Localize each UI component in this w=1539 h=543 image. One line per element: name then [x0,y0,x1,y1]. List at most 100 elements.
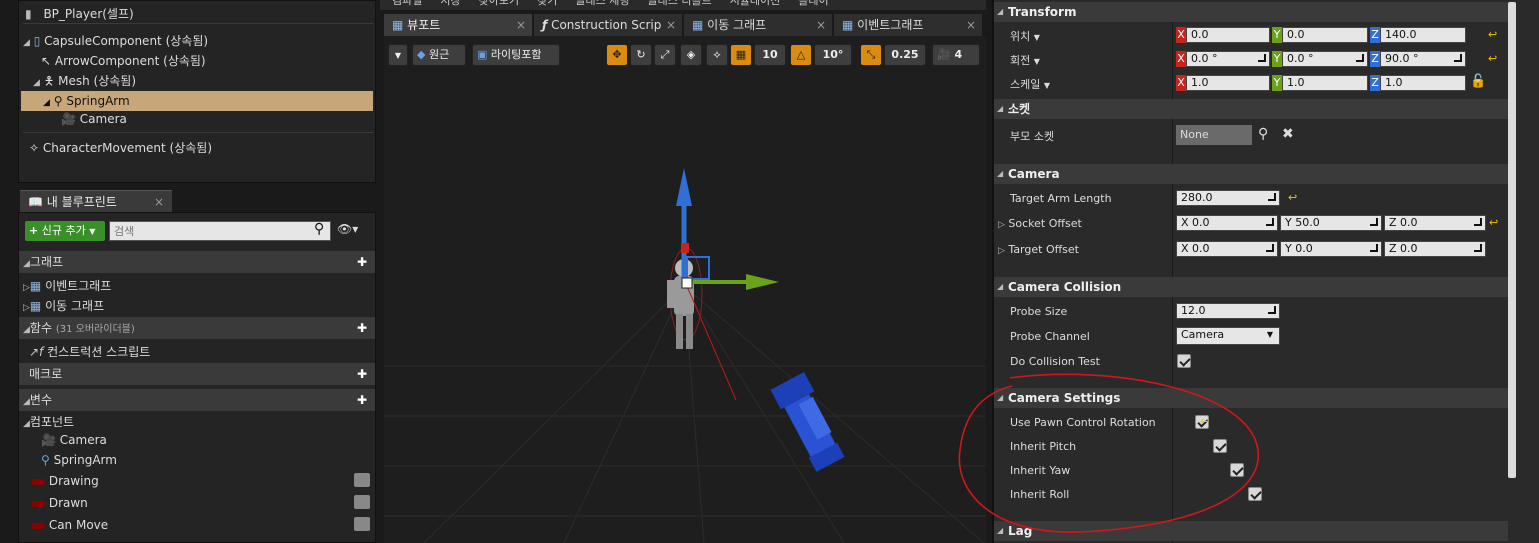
tab-move-graph[interactable]: ▦ 이동 그래프 × [684,14,832,36]
probe-channel-select[interactable]: Camera ▼ [1176,327,1280,345]
location-y-field[interactable]: 0.0 [1282,27,1368,43]
camera-section[interactable]: Camera [994,164,1508,184]
toolbar-item[interactable]: 찾기 [537,0,557,8]
reset-location-icon[interactable]: ↩ [1488,28,1497,41]
search-icon[interactable]: ⚲ [1258,126,1268,142]
add-graph-icon[interactable]: ✚ [357,251,367,273]
tree-item-camera[interactable]: 🎥 Camera [61,112,127,126]
toolbar-item[interactable]: 플레이 [798,0,828,8]
rotation-x-field[interactable]: 0.0 ° [1186,51,1270,67]
surface-snap-button[interactable]: ⟡ [706,44,728,66]
scale-y-field[interactable]: 1.0 [1282,75,1368,91]
location-x-field[interactable]: 0.0 [1186,27,1270,43]
toolbar-item[interactable]: 클래스 디폴트 [647,0,711,8]
eye-closed-icon[interactable] [354,473,370,487]
toolbar-item[interactable]: 클래스 세팅 [575,0,629,8]
lighting-button[interactable]: ▣ 라이팅포함 [472,44,560,66]
blueprint-search-input[interactable] [109,221,331,241]
toolbar-item[interactable]: 시뮬레이션 [730,0,781,8]
scale-label[interactable]: 스케일 ▼ [1010,76,1050,92]
parent-socket-field[interactable]: None [1176,125,1252,145]
add-function-icon[interactable]: ✚ [357,317,367,339]
reset-socket-offset-icon[interactable]: ↩ [1489,216,1498,229]
variable-item[interactable]: ⚲ SpringArm [41,453,117,467]
viewport[interactable]: ▼ ◆ 원근 ▣ 라이팅포함 ✥ ↻ ⤢ ◈ ⟡ ▦ 10 △ 10° ⤡ 0.… [384,36,986,543]
variable-item[interactable]: Drawn [31,496,88,510]
do-collision-test-checkbox[interactable] [1177,354,1191,368]
probe-size-field[interactable]: 12.0 [1176,303,1280,319]
camera-speed-button[interactable]: 🎥 4 [932,44,980,66]
tree-root[interactable]: ▮ BP_Player(셀프) [25,5,134,22]
macros-section[interactable]: 매크로 ✚ [19,363,375,385]
eye-closed-icon[interactable] [354,517,370,531]
tree-item-mesh[interactable]: ◢ 🯅 Mesh (상속됨) [33,72,136,93]
transform-section[interactable]: Transform [994,2,1508,22]
reset-rotation-icon[interactable]: ↩ [1488,52,1497,65]
rotation-snap-button[interactable]: △ [790,44,812,66]
construction-script-item[interactable]: ↗f 컨스트럭션 스크립트 [29,343,150,360]
add-macro-icon[interactable]: ✚ [357,363,367,385]
socket-offset-x-field[interactable]: X 0.0 [1176,215,1278,231]
tab-event-graph[interactable]: ▦ 이벤트그래프 × [834,14,982,36]
tab-viewport[interactable]: ▦ 뷰포트 × [384,14,532,36]
variable-item[interactable]: Can Move [31,518,108,532]
location-z-field[interactable]: 140.0 [1380,27,1466,43]
scale-z-field[interactable]: 1.0 [1380,75,1466,91]
graph-item[interactable]: ▷▦ 이동 그래프 [23,297,104,314]
world-local-button[interactable]: ◈ [680,44,702,66]
search-icon[interactable]: ⚲ [314,221,324,237]
toolbar-item[interactable]: 저장 [440,0,460,8]
variable-item[interactable]: Drawing [31,474,99,488]
tree-item-arrow[interactable]: ↖ ArrowComponent (상속됨) [41,52,206,69]
close-tab-icon[interactable]: × [816,14,826,36]
reset-arm-length-icon[interactable]: ↩ [1288,191,1297,204]
rotation-label[interactable]: 회전 ▼ [1010,52,1040,68]
close-tab-icon[interactable]: × [516,14,526,36]
details-scrollbar[interactable] [1508,2,1516,478]
camera-collision-section[interactable]: Camera Collision [994,277,1508,297]
target-offset-label[interactable]: ▷ Target Offset [998,243,1079,256]
tab-construction-script[interactable]: ƒ Construction Scrip × [534,14,682,36]
rotation-snap-value[interactable]: 10° [814,44,852,66]
toolbar-item[interactable]: 찾아보기 [479,0,519,8]
scale-x-field[interactable]: 1.0 [1186,75,1270,91]
close-tab-icon[interactable]: × [666,14,676,36]
close-tab-icon[interactable]: × [154,191,164,213]
scale-snap-button[interactable]: ⤡ [860,44,882,66]
functions-section[interactable]: ◢함수 (31 오버라이더블) ✚ [19,317,375,339]
tree-item-springarm[interactable]: ◢ ⚲ SpringArm [21,91,373,111]
my-blueprint-tab[interactable]: 📖 내 블루프린트 × [20,190,172,212]
clear-icon[interactable]: ✖ [1282,126,1294,142]
location-label[interactable]: 위치 ▼ [1010,28,1040,44]
perspective-button[interactable]: ◆ 원근 [412,44,466,66]
target-offset-z-field[interactable]: Z 0.0 [1384,241,1486,257]
grid-snap-value[interactable]: 10 [754,44,786,66]
scale-snap-value[interactable]: 0.25 [884,44,926,66]
rotate-mode-button[interactable]: ↻ [630,44,652,66]
target-offset-x-field[interactable]: X 0.0 [1176,241,1278,257]
camera-model[interactable] [770,372,848,473]
lock-icon[interactable]: 🔓 [1470,74,1486,89]
graphs-section[interactable]: ◢그래프 ✚ [19,251,375,273]
translate-mode-button[interactable]: ✥ [606,44,628,66]
rotation-z-field[interactable]: 90.0 ° [1380,51,1466,67]
viewport-options-button[interactable]: ▼ [388,44,408,66]
graph-item[interactable]: ▷▦ 이벤트그래프 [23,277,111,294]
tree-item-capsule[interactable]: ◢ ▯ CapsuleComponent (상속됨) [23,32,208,49]
scale-mode-button[interactable]: ⤢ [654,44,676,66]
eye-icon[interactable]: 👁▾ [337,222,358,236]
socket-offset-y-field[interactable]: Y 50.0 [1280,215,1382,231]
variable-item[interactable]: 🎥 Camera [41,433,107,447]
eye-closed-icon[interactable] [354,495,370,509]
socket-offset-z-field[interactable]: Z 0.0 [1384,215,1486,231]
add-new-button[interactable]: + 신규 추가 ▼ [25,221,105,241]
target-arm-length-field[interactable]: 280.0 [1176,190,1280,206]
socket-offset-label[interactable]: ▷ Socket Offset [998,217,1082,230]
socket-section[interactable]: 소켓 [994,99,1508,119]
target-offset-y-field[interactable]: Y 0.0 [1280,241,1382,257]
toolbar-item[interactable]: 컴파일 [392,0,422,8]
add-variable-icon[interactable]: ✚ [357,389,367,411]
tree-item-charmovement[interactable]: ✧ CharacterMovement (상속됨) [29,139,212,156]
close-tab-icon[interactable]: × [966,14,976,36]
variables-section[interactable]: ◢변수 ✚ [19,389,375,411]
